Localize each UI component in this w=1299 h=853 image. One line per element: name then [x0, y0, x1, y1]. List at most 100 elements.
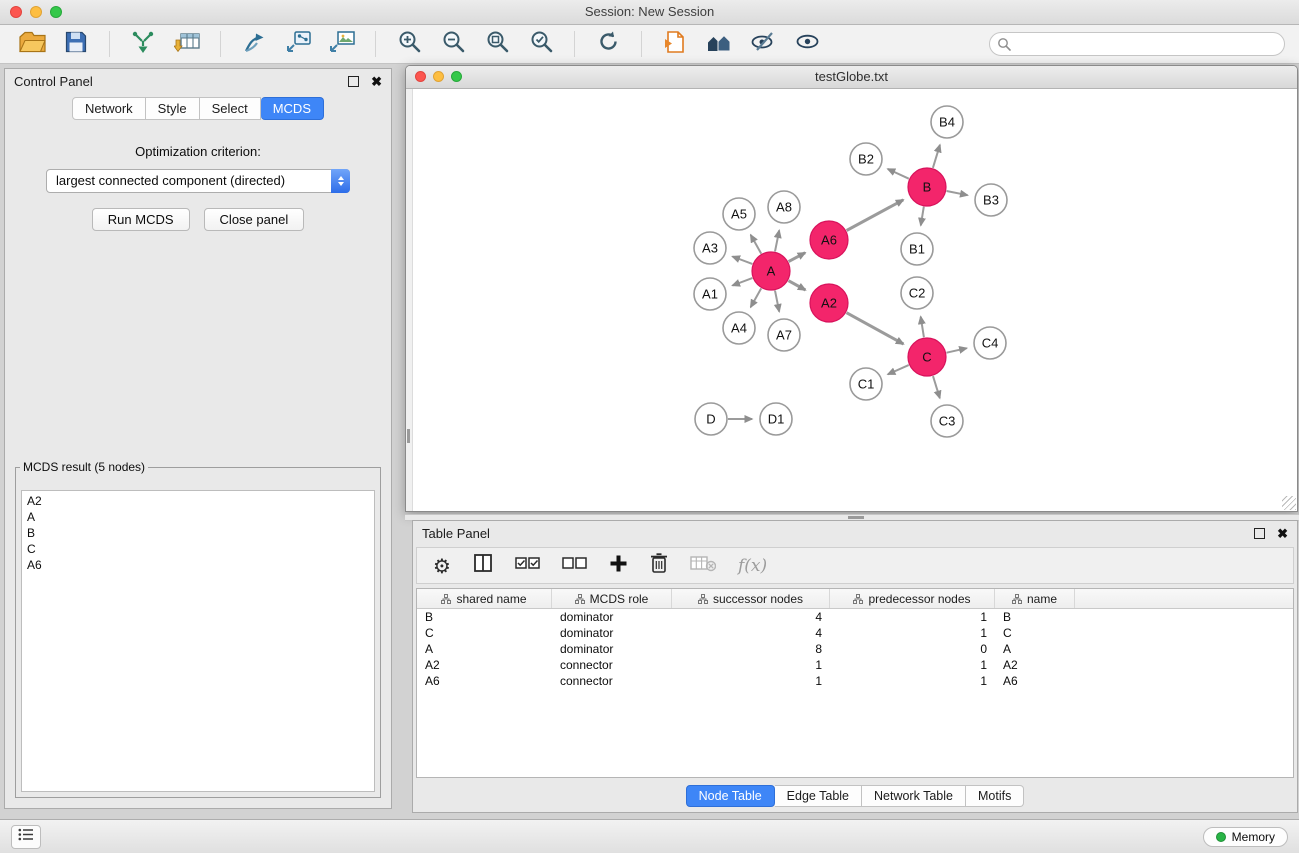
save-session-button[interactable] [58, 29, 94, 59]
list-item[interactable]: A6 [22, 557, 374, 573]
minimize-window-button[interactable] [30, 6, 42, 18]
list-item[interactable]: A [22, 509, 374, 525]
list-item[interactable]: A2 [22, 493, 374, 509]
edge-B-B4[interactable] [933, 145, 940, 168]
import-table-button[interactable] [169, 29, 205, 59]
node-A4[interactable]: A4 [723, 312, 755, 344]
table-row[interactable]: Cdominator41C [417, 625, 1293, 641]
first-neighbors-button[interactable] [236, 29, 272, 59]
delete-table-button[interactable] [690, 554, 716, 577]
table-row[interactable]: A6connector11A6 [417, 673, 1293, 689]
float-panel-icon[interactable] [348, 76, 359, 87]
close-panel-icon[interactable]: ✖ [371, 75, 382, 88]
node-A3[interactable]: A3 [694, 232, 726, 264]
edge-A-A4[interactable] [751, 288, 762, 307]
node-A[interactable]: A [752, 252, 790, 290]
edge-B-B3[interactable] [947, 191, 968, 195]
mcds-result-list[interactable]: A2ABCA6 [21, 490, 375, 792]
node-D1[interactable]: D1 [760, 403, 792, 435]
network-home-button[interactable] [701, 29, 737, 59]
tab-edge-table[interactable]: Edge Table [775, 785, 862, 807]
minimize-network-window-button[interactable] [433, 71, 444, 82]
delete-row-button[interactable] [650, 552, 668, 579]
edge-A6-B[interactable] [847, 200, 904, 231]
edge-A-A5[interactable] [751, 235, 762, 254]
node-A7[interactable]: A7 [768, 319, 800, 351]
edge-B-B2[interactable] [888, 169, 909, 179]
close-panel-button[interactable]: Close panel [204, 208, 305, 231]
function-builder-button[interactable]: f(x) [738, 556, 767, 576]
close-network-window-button[interactable] [415, 71, 426, 82]
edge-A-A1[interactable] [733, 278, 753, 285]
table-settings-button[interactable]: ⚙ [433, 556, 451, 576]
show-column-button[interactable] [473, 553, 493, 578]
zoom-fit-button[interactable] [479, 29, 515, 59]
edge-A-A7[interactable] [775, 291, 779, 312]
edge-A-A2[interactable] [789, 281, 806, 290]
node-A2[interactable]: A2 [810, 284, 848, 322]
node-C2[interactable]: C2 [901, 277, 933, 309]
zoom-out-button[interactable] [435, 29, 471, 59]
edge-C-C1[interactable] [888, 365, 909, 374]
node-C3[interactable]: C3 [931, 405, 963, 437]
tab-network[interactable]: Network [72, 97, 146, 120]
table-row[interactable]: Adominator80A [417, 641, 1293, 657]
run-mcds-button[interactable]: Run MCDS [92, 208, 190, 231]
export-image-button[interactable] [324, 29, 360, 59]
node-B3[interactable]: B3 [975, 184, 1007, 216]
edge-C-C4[interactable] [947, 348, 967, 353]
edge-A-A8[interactable] [775, 231, 779, 252]
node-D[interactable]: D [695, 403, 727, 435]
node-A1[interactable]: A1 [694, 278, 726, 310]
edge-A-A6[interactable] [789, 253, 806, 262]
node-A5[interactable]: A5 [723, 198, 755, 230]
refresh-button[interactable] [590, 29, 626, 59]
grip-handle[interactable] [407, 429, 410, 443]
float-panel-icon[interactable] [1254, 528, 1265, 539]
tab-select[interactable]: Select [200, 97, 261, 120]
node-C[interactable]: C [908, 338, 946, 376]
node-B2[interactable]: B2 [850, 143, 882, 175]
network-canvas[interactable]: B4B2BB3B1C2A5A8A6A3AA1A2A4A7C4CC1C3DD1 [406, 89, 1297, 511]
column-header-successor-nodes[interactable]: successor nodes [672, 589, 830, 608]
tab-node-table[interactable]: Node Table [686, 785, 775, 807]
node-A8[interactable]: A8 [768, 191, 800, 223]
left-grip-bar[interactable] [406, 89, 413, 511]
edge-C-C3[interactable] [933, 376, 940, 398]
zoom-window-button[interactable] [50, 6, 62, 18]
open-session-button[interactable] [14, 29, 50, 59]
select-all-button[interactable] [515, 555, 540, 576]
optimization-criterion-select[interactable]: largest connected component (directed) [46, 169, 350, 193]
table-row[interactable]: Bdominator41B [417, 609, 1293, 625]
combo-stepper-icon[interactable] [331, 169, 350, 193]
network-graph[interactable]: B4B2BB3B1C2A5A8A6A3AA1A2A4A7C4CC1C3DD1 [406, 89, 1297, 511]
node-B[interactable]: B [908, 168, 946, 206]
divider-handle[interactable] [848, 516, 864, 519]
task-history-button[interactable] [11, 825, 41, 849]
memory-button[interactable]: Memory [1203, 827, 1288, 847]
search-input[interactable] [989, 32, 1285, 56]
list-item[interactable]: B [22, 525, 374, 541]
edge-B-B1[interactable] [921, 207, 924, 226]
new-network-from-selection-button[interactable] [280, 29, 316, 59]
show-all-button[interactable] [789, 29, 825, 59]
tab-style[interactable]: Style [146, 97, 200, 120]
deselect-all-button[interactable] [562, 555, 587, 576]
tab-motifs[interactable]: Motifs [966, 785, 1024, 807]
table-row[interactable]: A2connector11A2 [417, 657, 1293, 673]
hide-selected-button[interactable] [745, 29, 781, 59]
import-file-button[interactable] [657, 29, 693, 59]
edge-A-A3[interactable] [733, 257, 753, 264]
close-window-button[interactable] [10, 6, 22, 18]
tab-network-table[interactable]: Network Table [862, 785, 966, 807]
add-row-button[interactable] [609, 554, 628, 578]
column-header-predecessor-nodes[interactable]: predecessor nodes [830, 589, 995, 608]
column-header-shared-name[interactable]: shared name [417, 589, 552, 608]
node-C4[interactable]: C4 [974, 327, 1006, 359]
node-B4[interactable]: B4 [931, 106, 963, 138]
list-item[interactable]: C [22, 541, 374, 557]
zoom-network-window-button[interactable] [451, 71, 462, 82]
zoom-selected-button[interactable] [523, 29, 559, 59]
edge-C-C2[interactable] [921, 317, 924, 338]
tab-mcds[interactable]: MCDS [261, 97, 324, 120]
